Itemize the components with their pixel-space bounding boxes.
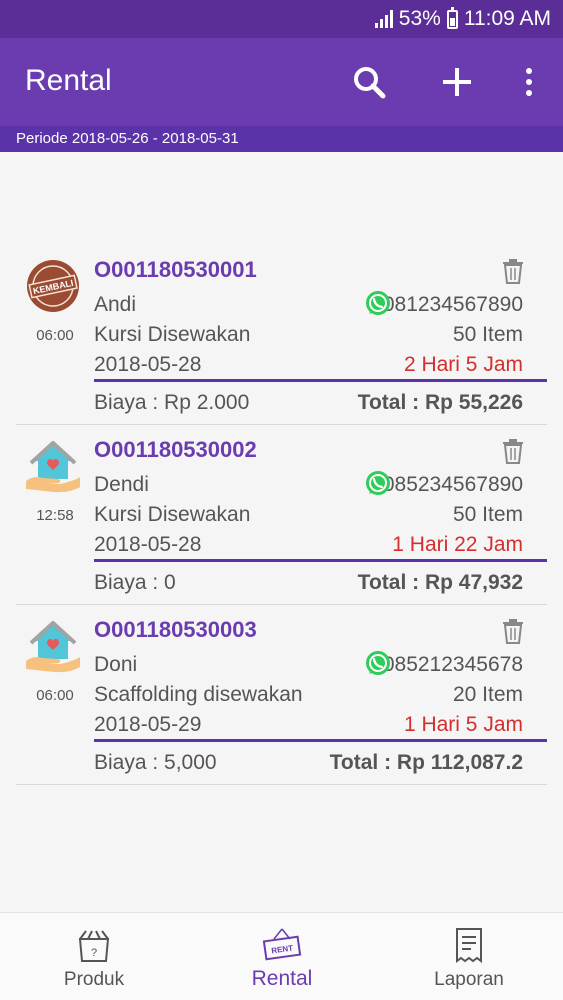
rental-item: Kursi Disewakan	[94, 503, 251, 526]
more-vert-icon	[526, 68, 532, 96]
rental-total: Total : Rp 112,087.2	[329, 751, 523, 774]
rental-date: 2018-05-29	[94, 713, 202, 736]
rental-qty: 50 Item	[452, 503, 523, 526]
receipt-icon	[456, 928, 482, 963]
rental-date: 2018-05-28	[94, 533, 202, 556]
trash-icon[interactable]	[501, 437, 525, 465]
rental-fee: Biaya : Rp 2.000	[94, 391, 250, 414]
house-in-hand-icon	[26, 441, 80, 493]
search-button[interactable]	[347, 60, 391, 104]
nav-label: Laporan	[434, 969, 504, 990]
rental-code: O001180530001	[94, 257, 257, 282]
signal-icon	[374, 10, 393, 28]
nav-produk[interactable]: ? Produk	[0, 913, 188, 1000]
rental-total: Total : Rp 55,226	[357, 391, 523, 414]
svg-text:?: ?	[91, 947, 97, 959]
card-divider	[94, 379, 547, 382]
whatsapp-icon[interactable]	[364, 649, 392, 677]
whatsapp-icon[interactable]	[364, 289, 392, 317]
produk-box-icon: ?	[78, 930, 110, 962]
customer-phone[interactable]: 085212345678	[383, 653, 523, 677]
rental-time: 06:00	[36, 687, 74, 704]
search-icon	[354, 67, 386, 99]
period-label: Periode 2018-05-26 - 2018-05-31	[0, 126, 563, 152]
status-bar: 53% 11:09 AM	[0, 0, 563, 38]
add-button[interactable]	[435, 60, 479, 104]
rental-list: KEMBALI 06:00 O001180530001 Andi 0812345…	[16, 245, 547, 785]
rental-date: 2018-05-28	[94, 353, 202, 376]
customer-name: Dendi	[94, 473, 149, 496]
rental-card[interactable]: KEMBALI 06:00 O001180530001 Andi 0812345…	[16, 245, 547, 425]
app-bar: Rental	[0, 38, 563, 126]
rental-fee: Biaya : 5,000	[94, 751, 217, 774]
rental-code: O001180530003	[94, 617, 257, 642]
rental-duration: 2 Hari 5 Jam	[403, 353, 523, 376]
house-in-hand-icon	[26, 621, 80, 673]
rental-time: 12:58	[36, 507, 74, 524]
customer-name: Doni	[94, 653, 138, 676]
rental-total: Total : Rp 47,932	[357, 571, 523, 594]
customer-phone[interactable]: 081234567890	[383, 293, 523, 317]
battery-icon	[446, 6, 458, 29]
rental-qty: 20 Item	[452, 683, 523, 706]
rental-time: 06:00	[36, 327, 74, 344]
trash-icon[interactable]	[501, 257, 525, 285]
page-title: Rental	[25, 64, 112, 97]
nav-label: Rental	[251, 967, 313, 990]
rental-card[interactable]: 12:58 O001180530002 Dendi 085234567890 K…	[16, 425, 547, 605]
rental-card[interactable]: 06:00 O001180530003 Doni 085212345678 Sc…	[16, 605, 547, 785]
trash-icon[interactable]	[501, 617, 525, 645]
rental-fee: Biaya : 0	[94, 571, 176, 594]
card-divider	[94, 559, 547, 562]
rent-sign-icon: RENT	[262, 928, 302, 961]
customer-phone[interactable]: 085234567890	[383, 473, 523, 497]
rental-item: Scaffolding disewakan	[94, 683, 303, 706]
whatsapp-icon[interactable]	[364, 469, 392, 497]
nav-laporan[interactable]: Laporan	[375, 913, 563, 1000]
card-divider	[94, 739, 547, 742]
svg-text:RENT: RENT	[271, 943, 294, 955]
rental-duration: 1 Hari 22 Jam	[392, 533, 523, 556]
rental-qty: 50 Item	[452, 323, 523, 346]
nav-label: Produk	[63, 969, 125, 990]
battery-percent: 53%	[398, 7, 441, 30]
overflow-menu-button[interactable]	[507, 60, 551, 104]
clock: 11:09 AM	[463, 7, 551, 30]
nav-rental[interactable]: RENT Rental	[188, 913, 376, 1000]
rental-item: Kursi Disewakan	[94, 323, 251, 346]
plus-icon	[443, 68, 471, 96]
bottom-navigation: ? Produk RENT Rental Laporan	[0, 912, 563, 1000]
kembali-stamp-icon: KEMBALI	[27, 260, 79, 312]
rental-code: O001180530002	[94, 437, 257, 462]
customer-name: Andi	[94, 293, 137, 316]
rental-duration: 1 Hari 5 Jam	[403, 713, 523, 736]
